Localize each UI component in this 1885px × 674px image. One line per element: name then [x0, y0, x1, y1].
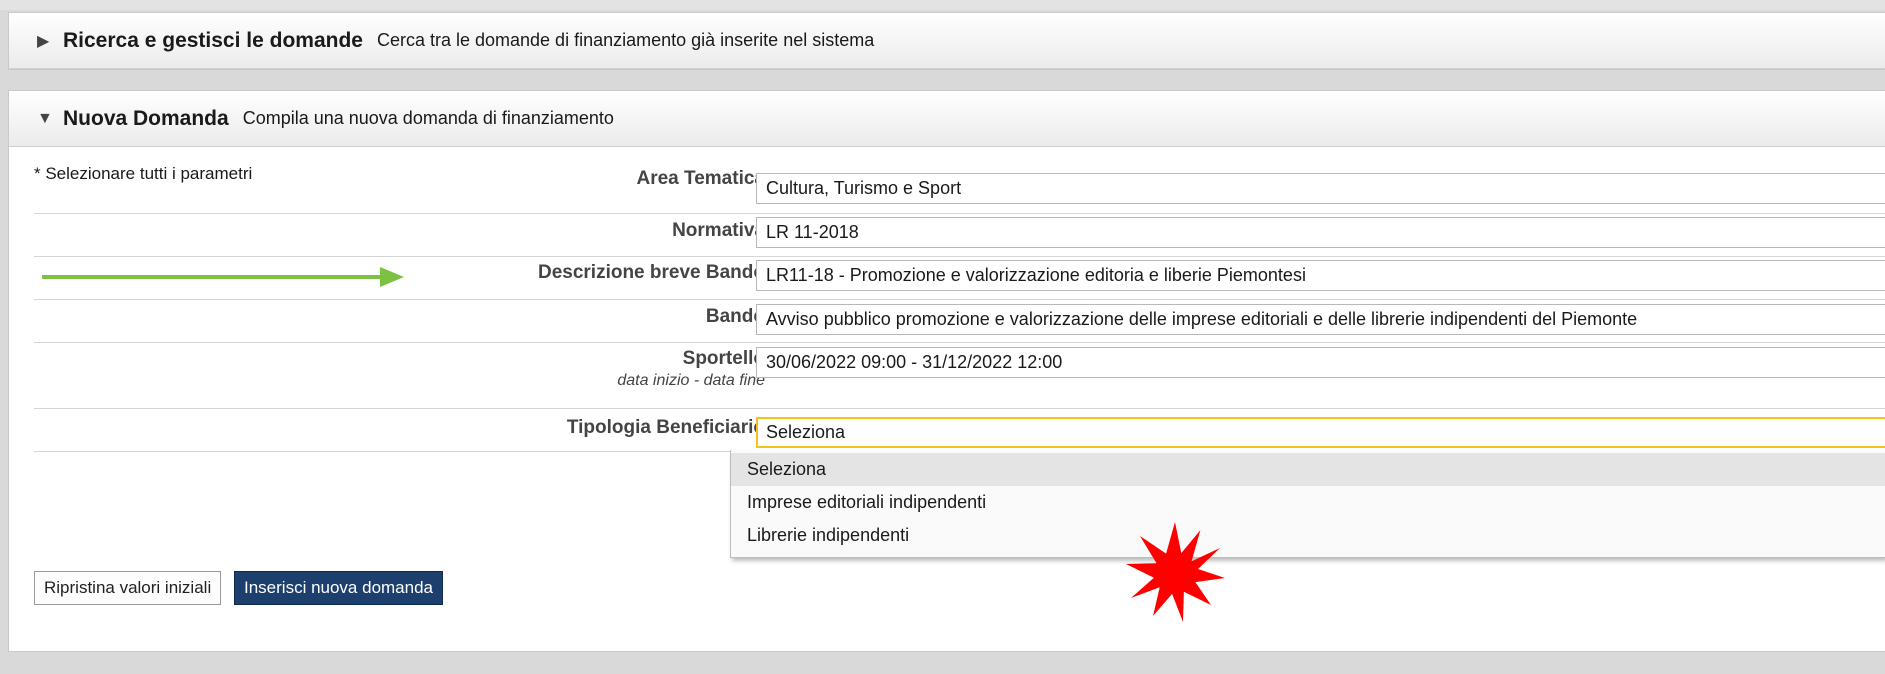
normativa-select[interactable]: LR 11-2018 — [756, 217, 1885, 248]
search-panel-description: Cerca tra le domande di finanziamento gi… — [376, 30, 875, 50]
row-area-tematica: Area Tematica Cultura, Turismo e Sport — [34, 168, 1885, 214]
green-arrow-annotation — [42, 267, 404, 287]
reset-button[interactable]: Ripristina valori iniziali — [34, 571, 222, 605]
red-starburst-annotation — [1126, 522, 1225, 622]
descrizione-breve-bando-label: Descrizione breve Bando — [537, 262, 765, 283]
insert-new-application-button[interactable]: Inserisci nuova domanda — [234, 571, 444, 605]
dropdown-option[interactable]: Seleziona — [731, 453, 1885, 486]
sportello-label: Sportello — [682, 348, 765, 369]
triangle-down-icon[interactable]: ▼ — [37, 110, 63, 128]
new-application-panel: ▼ Nuova Domanda Compila una nuova domand… — [8, 90, 1885, 652]
row-sportello: Sportello data inizio - data fine 30/06/… — [34, 343, 1885, 409]
new-panel-title[interactable]: Nuova Domanda — [63, 107, 229, 131]
search-panel-header[interactable]: ▶ Ricerca e gestisci le domande Cerca tr… — [9, 13, 1885, 69]
bando-select[interactable]: Avviso pubblico promozione e valorizzazi… — [756, 304, 1885, 335]
row-tipologia-beneficiario: Tipologia Beneficiario Seleziona — [34, 409, 1885, 452]
tipologia-beneficiario-label: Tipologia Beneficiario — [566, 417, 765, 438]
normativa-label: Normativa — [672, 220, 765, 241]
row-normativa: Normativa LR 11-2018 — [34, 214, 1885, 257]
triangle-right-icon[interactable]: ▶ — [37, 31, 63, 51]
sportello-sublabel: data inizio - data fine — [617, 372, 765, 389]
dropdown-option[interactable]: Librerie indipendenti — [731, 519, 1885, 552]
top-strip — [0, 0, 1885, 10]
search-panel: ▶ Ricerca e gestisci le domande Cerca tr… — [8, 12, 1885, 70]
new-panel-description: Compila una nuova domanda di finanziamen… — [242, 108, 614, 128]
dropdown-option[interactable]: Imprese editoriali indipendenti — [731, 486, 1885, 519]
area-tematica-select[interactable]: Cultura, Turismo e Sport — [756, 173, 1885, 204]
tipologia-beneficiario-dropdown: Seleziona Imprese editoriali indipendent… — [730, 450, 1885, 558]
row-bando: Bando Avviso pubblico promozione e valor… — [34, 300, 1885, 343]
new-panel-header[interactable]: ▼ Nuova Domanda Compila una nuova domand… — [9, 91, 1885, 147]
descrizione-breve-bando-select[interactable]: LR11-18 - Promozione e valorizzazione ed… — [756, 260, 1885, 291]
tipologia-beneficiario-select[interactable]: Seleziona — [756, 417, 1885, 448]
search-panel-title[interactable]: Ricerca e gestisci le domande — [63, 29, 363, 53]
area-tematica-label: Area Tematica — [636, 168, 766, 189]
sportello-select[interactable]: 30/06/2022 09:00 - 31/12/2022 12:00 — [756, 347, 1885, 378]
